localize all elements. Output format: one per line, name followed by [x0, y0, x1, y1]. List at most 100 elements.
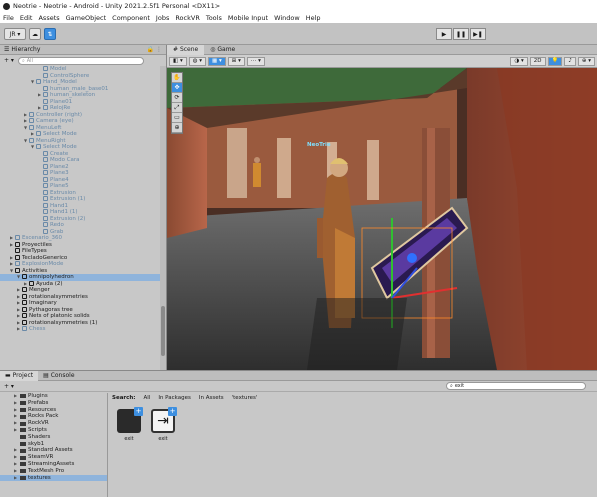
folder-label: Resources	[28, 406, 57, 413]
folder-label: SteamVR	[28, 454, 54, 461]
asset-label: exit	[124, 436, 134, 442]
folder-item[interactable]: ▶ RockVR	[0, 420, 107, 427]
gameobject-icon	[36, 79, 41, 84]
hierarchy-tab[interactable]: ☰ Hierarchy 🔒 ⋮	[0, 45, 166, 55]
lighting-toggle[interactable]: 💡	[547, 56, 563, 66]
hand-tool-icon[interactable]: ✋	[172, 73, 182, 83]
play-icon[interactable]: ▶	[436, 28, 452, 40]
project-add-button[interactable]: + ▾	[4, 383, 14, 390]
lock-icon[interactable]: 🔒 ⋮	[147, 46, 162, 53]
folder-item[interactable]: ▶ Prefabs	[0, 400, 107, 407]
folder-item[interactable]: skyb1	[0, 441, 107, 448]
folder-item[interactable]: ▶ StreamingAssets	[0, 461, 107, 468]
folder-item[interactable]: ▶ Plugins	[0, 393, 107, 400]
hierarchy-item-label: TecladoGenerico	[22, 254, 68, 261]
menu-assets[interactable]: Assets	[38, 14, 59, 22]
hierarchy-scrollbar[interactable]	[160, 66, 166, 370]
tab-console[interactable]: ▤ Console	[38, 371, 79, 381]
folder-icon	[20, 407, 26, 412]
hierarchy-item-label: Redo	[50, 222, 64, 228]
gameobject-icon	[22, 326, 27, 331]
scene-tab-icon: #	[173, 46, 180, 53]
tab-project[interactable]: ▬ Project	[0, 370, 39, 381]
hierarchy-item-label: Create	[50, 150, 69, 157]
gameobject-icon	[15, 254, 20, 260]
project-search-input[interactable]: ⌕ exit	[446, 382, 586, 390]
menu-file[interactable]: File	[3, 14, 14, 22]
rect-tool-icon[interactable]: ▭	[172, 113, 182, 123]
rotate-tool-icon[interactable]: ⟳	[172, 93, 182, 103]
folder-item[interactable]: ▶ Scripts	[0, 427, 107, 434]
account-button[interactable]: JR ▾	[4, 28, 26, 40]
draw-mode-dropdown[interactable]: ◍ ▾	[188, 56, 207, 66]
tab-scene[interactable]: # Scene	[167, 44, 205, 55]
gameobject-icon	[15, 261, 20, 266]
folder-label: Rocks Pack	[28, 413, 59, 420]
menu-jobs[interactable]: Jobs	[156, 14, 169, 22]
folder-label: Scripts	[28, 426, 47, 433]
pause-icon[interactable]: ❚❚	[453, 28, 469, 40]
snap-dropdown[interactable]: ⊞ ▾	[227, 56, 245, 66]
gameobject-icon	[22, 274, 27, 279]
menu-rockvr[interactable]: RockVR	[175, 14, 200, 22]
asset-item[interactable]: ⇥ + exit	[150, 407, 177, 442]
shading-mode-dropdown[interactable]: ◧ ▾	[169, 56, 187, 66]
gameobject-icon	[43, 176, 48, 182]
gameobject-icon	[43, 228, 48, 234]
asset-item[interactable]: + exit	[116, 407, 143, 442]
folder-item[interactable]: ▶ Standard Assets	[0, 447, 107, 454]
transform-tool-icon[interactable]: ⊕	[172, 123, 182, 133]
move-tool-icon[interactable]: ✥	[172, 83, 182, 93]
cloud-icon[interactable]: ☁	[29, 28, 41, 40]
render-mode-dropdown[interactable]: ◑ ▾	[510, 56, 528, 66]
search-scope-textures[interactable]: 'textures'	[232, 395, 258, 401]
hierarchy-add-button[interactable]: + ▾	[4, 57, 14, 64]
hierarchy-search-input[interactable]: ⌕ All	[17, 56, 144, 65]
search-scope-packages[interactable]: In Packages	[158, 395, 191, 401]
search-scope-all[interactable]: All	[144, 395, 151, 401]
gameobject-icon	[43, 105, 48, 110]
collab-button[interactable]: ⇅	[44, 28, 56, 40]
menu-help[interactable]: Help	[306, 14, 321, 22]
folder-item[interactable]: Shaders	[0, 434, 107, 441]
folder-item[interactable]: ▶ TextMesh Pro	[0, 468, 107, 475]
search-scope-assets[interactable]: In Assets	[199, 395, 224, 401]
folder-label: TextMesh Pro	[28, 467, 65, 474]
step-icon[interactable]: ▶❚	[470, 28, 486, 40]
folder-icon	[20, 394, 26, 399]
menu-tools[interactable]: Tools	[206, 14, 222, 22]
hierarchy-item-label: MenuLeft	[36, 124, 62, 131]
menu-mobile-input[interactable]: Mobile Input	[228, 14, 268, 22]
increment-dropdown[interactable]: ⋯ ▾	[246, 56, 265, 66]
folder-item[interactable]: ▶ Rocks Pack	[0, 413, 107, 420]
menu-component[interactable]: Component	[112, 14, 150, 22]
audio-toggle[interactable]: ♪	[564, 56, 576, 66]
gameobject-icon	[43, 202, 48, 208]
hierarchy-item[interactable]: ▶ Chess	[0, 326, 160, 333]
hierarchy-item-label: Grab	[50, 228, 64, 235]
menu-window[interactable]: Window	[274, 14, 300, 22]
unity-logo-icon	[3, 2, 10, 10]
scale-tool-icon[interactable]: ⤢	[172, 103, 182, 113]
hierarchy-item-label: Plane01	[50, 98, 73, 105]
folder-item[interactable]: ▶ Resources	[0, 407, 107, 414]
folder-item[interactable]: ▶ textures	[0, 474, 107, 482]
folder-item[interactable]: ▶ SteamVR	[0, 454, 107, 461]
menu-gameobject[interactable]: GameObject	[66, 14, 107, 22]
gameobject-icon	[43, 170, 48, 175]
hierarchy-item-label: rotationalsymmetries	[29, 293, 88, 300]
menu-bar: File Edit Assets GameObject Component Jo…	[0, 12, 597, 23]
folder-icon	[20, 455, 26, 460]
hierarchy-item-label: Menger	[29, 287, 50, 293]
hierarchy-item-label: ExplosionMode	[22, 261, 64, 267]
menu-edit[interactable]: Edit	[20, 14, 33, 22]
2d-toggle[interactable]: 2D	[529, 56, 546, 66]
hierarchy-item-label: Hand_Model	[43, 79, 77, 85]
scene-viewport[interactable]: ✋ ✥ ⟳ ⤢ ▭ ⊕ NeoTrie	[167, 68, 597, 370]
tab-game[interactable]: ◎ Game	[204, 45, 241, 55]
gizmos-dropdown[interactable]: ⊕ ▾	[577, 56, 595, 66]
grid-toggle[interactable]: ▦ ▾	[208, 56, 226, 66]
gameobject-icon	[43, 215, 48, 221]
gameobject-icon	[43, 150, 48, 156]
asset-label: exit	[158, 436, 168, 442]
